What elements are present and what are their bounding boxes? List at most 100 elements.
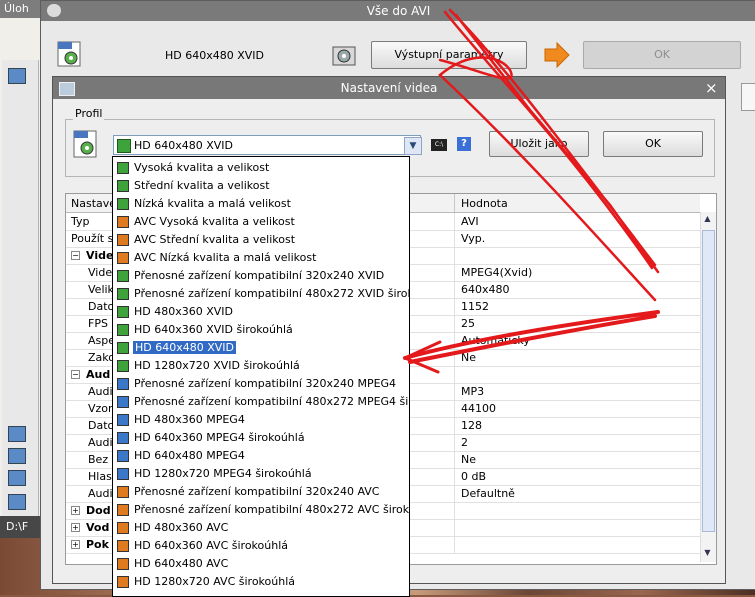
- film-icon: [117, 576, 129, 588]
- setting-value[interactable]: Ne: [461, 351, 476, 364]
- profile-list-item[interactable]: HD 640x480 XVID: [113, 339, 409, 357]
- output-parameters-button[interactable]: Výstupní parametry: [371, 41, 527, 69]
- setting-value[interactable]: 44100: [461, 402, 496, 415]
- profile-list-label: HD 480x360 MPEG4: [134, 413, 245, 426]
- profile-list-label: Střední kvalita a velikost: [134, 179, 270, 192]
- setting-value[interactable]: Automaticky: [461, 334, 530, 347]
- setting-value[interactable]: Ne: [461, 453, 476, 466]
- profile-list-item[interactable]: HD 1280x720 AVC širokoúhlá: [113, 573, 409, 591]
- setting-value[interactable]: 128: [461, 419, 482, 432]
- profile-list-label: HD 640x480 AVC: [134, 557, 229, 570]
- film-icon: [117, 342, 129, 354]
- profile-list-item[interactable]: AVC Vysoká kvalita a velikost: [113, 213, 409, 231]
- collapse-icon[interactable]: −: [71, 251, 80, 260]
- film-icon: [117, 414, 129, 426]
- profile-list-item[interactable]: Přenosné zařízení kompatibilní 480x272 A…: [113, 501, 409, 519]
- disc-icon[interactable]: [8, 470, 26, 486]
- profile-list-item[interactable]: HD 1280x720 MPEG4 širokoúhlá: [113, 465, 409, 483]
- profile-list-item[interactable]: HD 480x360 MPEG4: [113, 411, 409, 429]
- profile-list-item[interactable]: AVC Střední kvalita a velikost: [113, 231, 409, 249]
- save-as-button[interactable]: Uložit jako: [489, 131, 589, 157]
- profile-list-item[interactable]: HD 480x360 XVID: [113, 303, 409, 321]
- column-header-setting[interactable]: Nastave: [71, 197, 116, 210]
- setting-value[interactable]: Vyp.: [461, 232, 485, 245]
- setting-value[interactable]: 1152: [461, 300, 489, 313]
- profile-color-icon: [117, 139, 131, 153]
- avi-file-icon: [73, 130, 97, 158]
- profile-list-label: Přenosné zařízení kompatibilní 480x272 M…: [134, 395, 409, 408]
- expand-icon[interactable]: +: [71, 506, 80, 515]
- profile-list-item[interactable]: Přenosné zařízení kompatibilní 320x240 M…: [113, 375, 409, 393]
- setting-value[interactable]: 2: [461, 436, 468, 449]
- arrow-right-icon: [544, 41, 570, 69]
- film-icon: [117, 180, 129, 192]
- profile-list-item[interactable]: Přenosné zařízení kompatibilní 480x272 M…: [113, 393, 409, 411]
- setting-value[interactable]: MP3: [461, 385, 484, 398]
- image-icon[interactable]: [8, 448, 26, 464]
- scroll-down-icon[interactable]: ▼: [702, 548, 713, 560]
- film-icon: [117, 468, 129, 480]
- profile-list-item[interactable]: Přenosné zařízení kompatibilní 320x240 X…: [113, 267, 409, 285]
- film-icon: [117, 432, 129, 444]
- setting-name: Aud: [86, 368, 111, 381]
- profile-list-item[interactable]: HD 640x480 AVC: [113, 555, 409, 573]
- profile-list-item[interactable]: HD 1280x720 XVID širokoúhlá: [113, 357, 409, 375]
- command-line-icon[interactable]: C:\: [431, 139, 447, 151]
- background-left-pane: [2, 60, 39, 520]
- profile-list-label: HD 1280x720 AVC širokoúhlá: [134, 575, 296, 588]
- list-icon[interactable]: [8, 68, 26, 84]
- film-icon: [117, 270, 129, 282]
- cell-divider: [454, 349, 455, 366]
- profile-list-item[interactable]: Nízká kvalita a malá velikost: [113, 195, 409, 213]
- cell-divider: [454, 485, 455, 502]
- ok-button[interactable]: OK: [603, 131, 703, 157]
- cell-divider: [454, 230, 455, 247]
- expand-icon[interactable]: +: [71, 540, 80, 549]
- collapse-icon[interactable]: −: [71, 370, 80, 379]
- avi-dialog-titlebar[interactable]: Vše do AVI: [41, 1, 755, 21]
- cell-divider: [454, 451, 455, 468]
- scroll-up-icon[interactable]: ▲: [702, 214, 713, 226]
- profile-list-label: HD 1280x720 MPEG4 širokoúhlá: [134, 467, 312, 480]
- avi-ok-button[interactable]: OK: [583, 41, 741, 69]
- film-icon: [117, 306, 129, 318]
- column-header-value[interactable]: Hodnota: [461, 197, 508, 210]
- profile-list-label: Nízká kvalita a malá velikost: [134, 197, 291, 210]
- profile-list-item[interactable]: Přenosné zařízení kompatibilní 320x240 A…: [113, 483, 409, 501]
- cell-divider: [454, 502, 455, 519]
- profile-dropdown-list: Vysoká kvalita a velikost Střední kvalita…: [112, 156, 410, 597]
- expand-icon[interactable]: +: [71, 523, 80, 532]
- profile-list-item[interactable]: HD 640x360 XVID širokoúhlá: [113, 321, 409, 339]
- profile-list-item[interactable]: HD 640x360 AVC širokoúhlá: [113, 537, 409, 555]
- side-panel-edge: [741, 83, 755, 111]
- column-divider[interactable]: [454, 194, 455, 212]
- setting-name: Audi: [88, 385, 113, 398]
- profile-list-item[interactable]: HD 640x360 MPEG4 širokoúhlá: [113, 429, 409, 447]
- avi-dialog-title: Vše do AVI: [366, 4, 431, 18]
- profile-list-item[interactable]: Střední kvalita a velikost: [113, 177, 409, 195]
- profile-list-label: HD 640x360 XVID širokoúhlá: [134, 323, 293, 336]
- help-icon[interactable]: ?: [457, 137, 471, 151]
- setting-value[interactable]: MPEG4(Xvid): [461, 266, 532, 279]
- cell-divider: [454, 264, 455, 281]
- setting-value[interactable]: 640x480: [461, 283, 510, 296]
- profile-list-item[interactable]: HD 640x480 MPEG4: [113, 447, 409, 465]
- profile-list-item[interactable]: Vysoká kvalita a velikost: [113, 159, 409, 177]
- device-icon[interactable]: [8, 494, 26, 510]
- chevron-down-icon[interactable]: ▼: [404, 137, 422, 155]
- close-icon[interactable]: ×: [705, 79, 718, 97]
- setting-value[interactable]: 25: [461, 317, 475, 330]
- profile-list-item[interactable]: HD 480x360 AVC: [113, 519, 409, 537]
- music-icon[interactable]: [8, 426, 26, 442]
- scrollbar-thumb[interactable]: [702, 230, 715, 532]
- setting-name: Bez: [88, 453, 109, 466]
- profile-list-item[interactable]: AVC Nízká kvalita a malá velikost: [113, 249, 409, 267]
- setting-value[interactable]: 0 dB: [461, 470, 486, 483]
- profile-list-item[interactable]: Přenosné zařízení kompatibilní 480x272 X…: [113, 285, 409, 303]
- setting-value[interactable]: AVI: [461, 215, 479, 228]
- video-settings-titlebar[interactable]: Nastavení videa ×: [53, 77, 725, 99]
- film-icon: [117, 396, 129, 408]
- setting-value[interactable]: Defaultně: [461, 487, 515, 500]
- profile-select[interactable]: HD 640x480 XVID ▼: [113, 135, 422, 155]
- taskbar-item[interactable]: D:\F: [6, 520, 28, 533]
